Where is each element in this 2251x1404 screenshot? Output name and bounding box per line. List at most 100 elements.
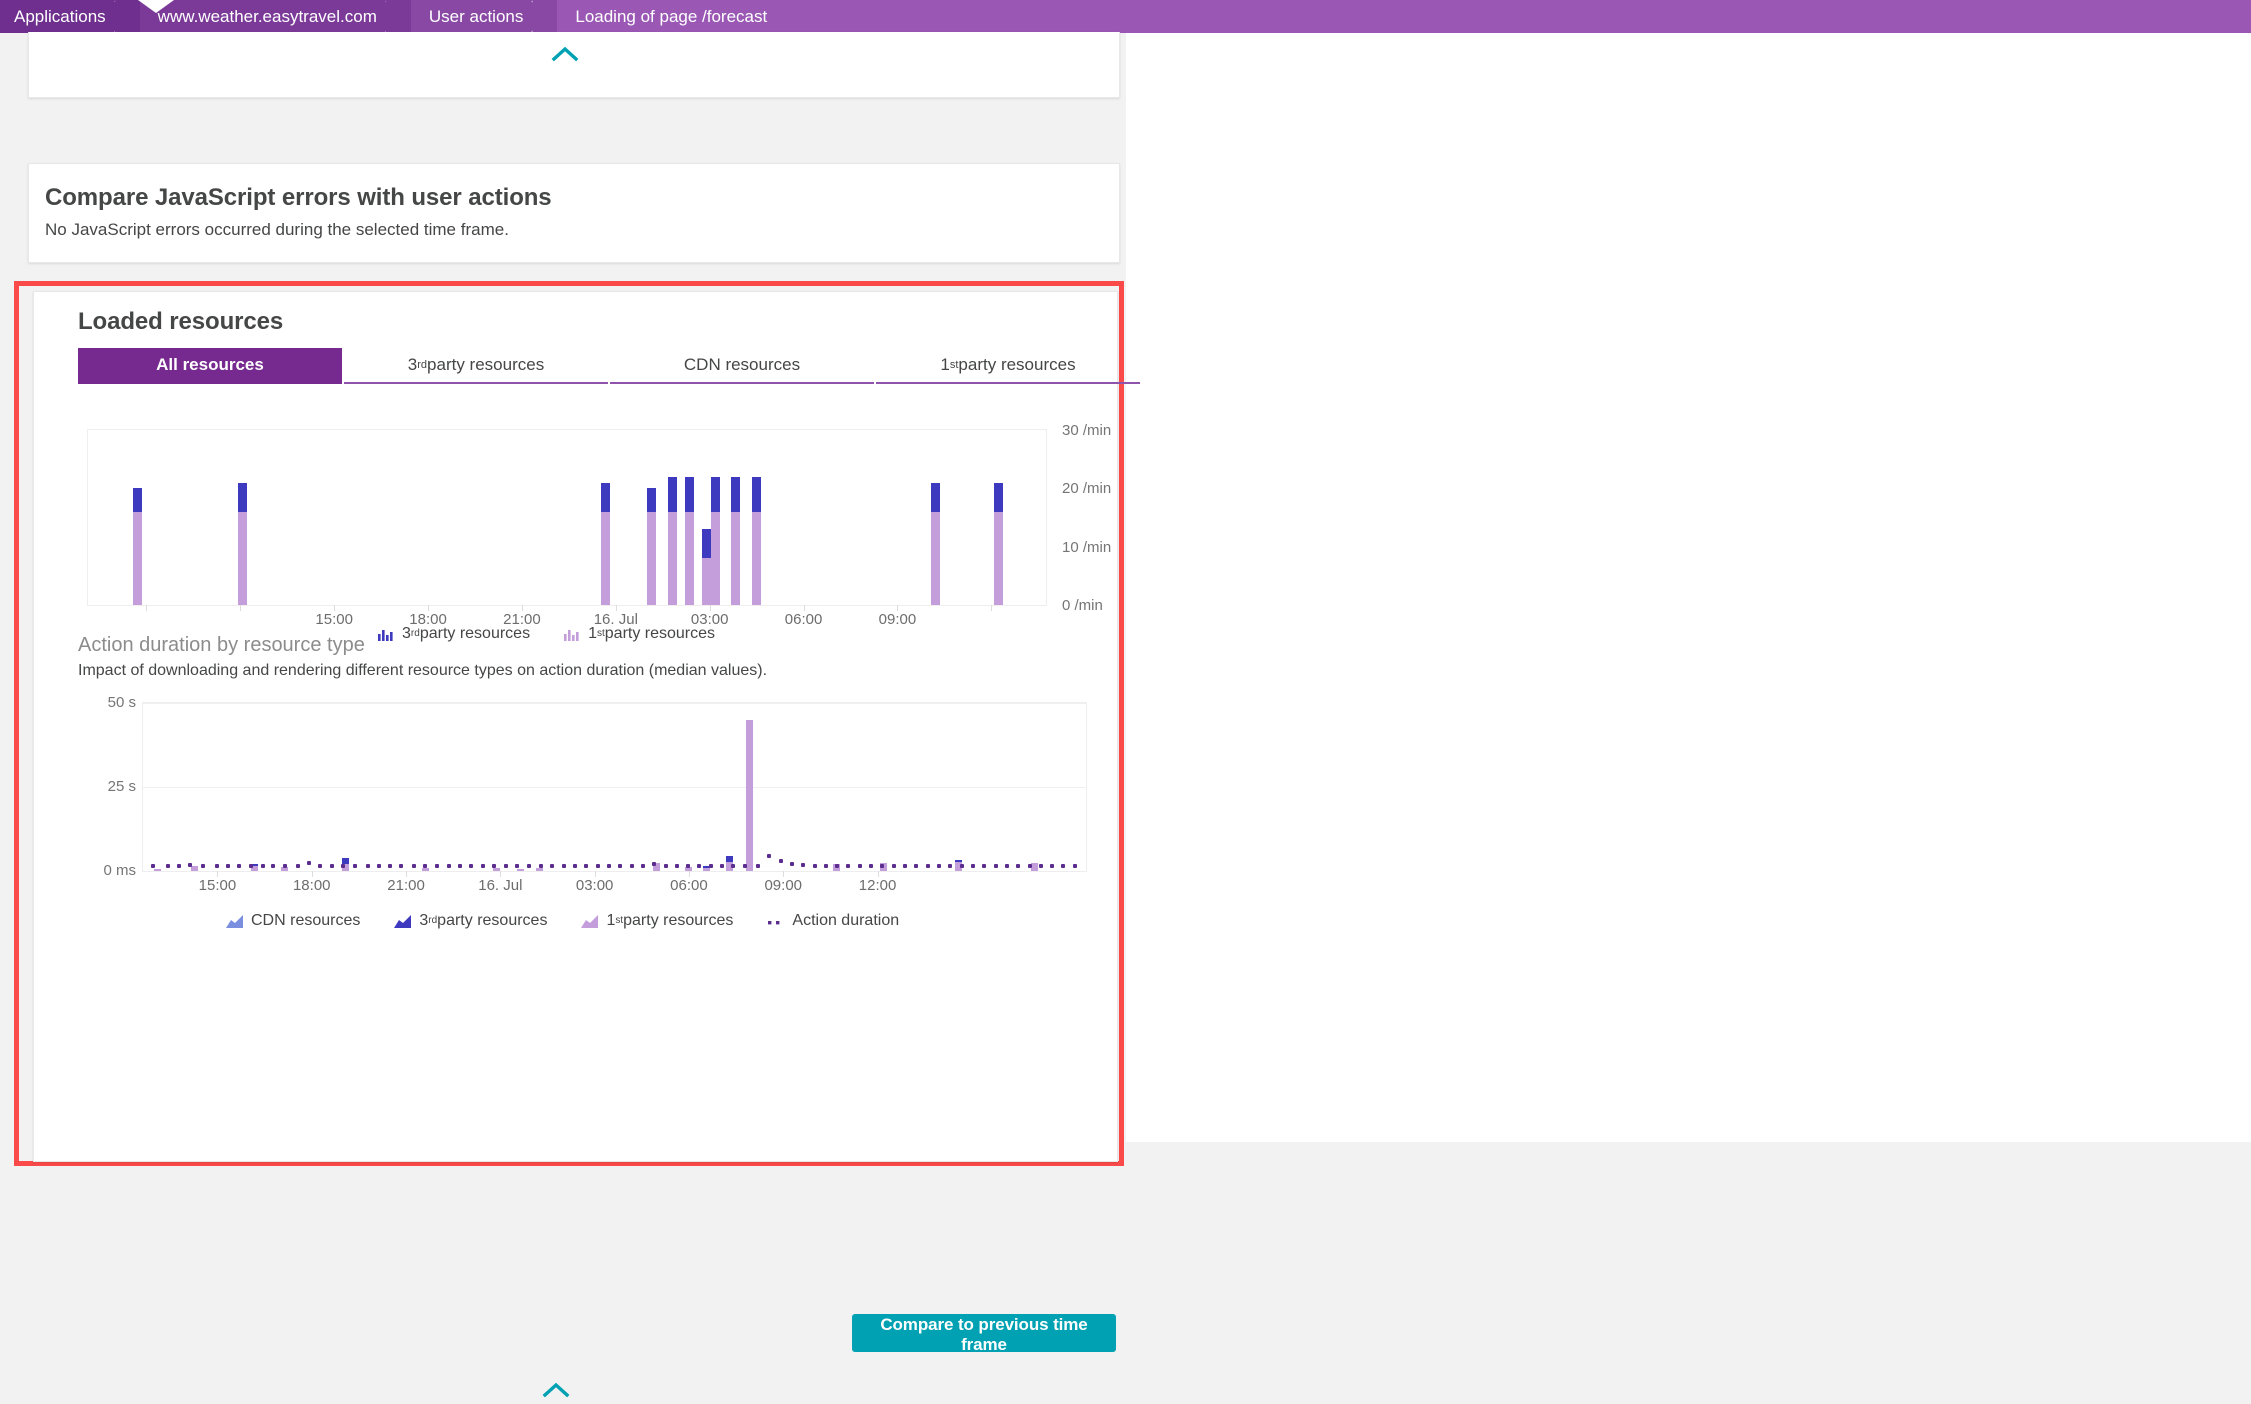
resource-tabs: All resources 3rd party resources CDN re… (78, 348, 1140, 384)
action-duration-point (260, 864, 265, 869)
bar-segment-1st-party (710, 511, 720, 605)
action-duration-point (778, 859, 783, 864)
action-duration-chart[interactable]: 0 ms 25 s 50 s 15:00 18:00 21:00 16. Jul 03:00… (78, 694, 1098, 894)
tab-all-resources[interactable]: All resources (78, 348, 342, 384)
action-duration-point (480, 864, 485, 869)
action-duration-y-axis: 0 ms 25 s 50 s (78, 693, 136, 879)
action-duration-point (640, 864, 645, 869)
resource-duration-bar[interactable] (745, 719, 753, 871)
loaded-resources-y-axis: 0 /min 10 /min 20 /min 30 /min (1062, 421, 1152, 621)
resource-bar[interactable] (667, 476, 677, 605)
tab-label-suffix: party resources (958, 355, 1076, 374)
action-duration-point (435, 864, 440, 869)
action-duration-point (903, 864, 908, 869)
resource-duration-bar[interactable] (516, 868, 524, 871)
bar-segment-1st-party (993, 511, 1003, 605)
action-duration-point (1050, 863, 1055, 868)
action-duration-point (539, 864, 544, 869)
action-duration-legend: CDN resources 3rd party resources 1st pa… (226, 912, 933, 930)
resource-bar[interactable] (237, 482, 247, 605)
collapse-chevron-up-icon-bottom[interactable] (534, 1376, 578, 1404)
legend-item-cdn-resources[interactable]: CDN resources (226, 912, 360, 930)
tab-1st-party-resources[interactable]: 1st party resources (876, 348, 1140, 384)
legend-item-3rd-party-resources[interactable]: 3rd party resources (394, 912, 547, 930)
page-content: Compare JavaScript errors with user acti… (0, 32, 1140, 1398)
loaded-resources-plot-area (87, 429, 1047, 606)
bar-segment-3rd-party (685, 476, 695, 512)
legend-item-action-duration[interactable]: Action duration (767, 912, 899, 930)
resource-bar[interactable] (600, 482, 610, 605)
action-duration-point (365, 863, 370, 868)
resource-bar[interactable] (133, 488, 143, 605)
legend-item-1st-party-resources[interactable]: 1st party resources (581, 912, 733, 930)
tab-label-suffix: party resources (427, 355, 545, 374)
action-duration-point (663, 864, 668, 869)
action-duration-point (399, 864, 404, 869)
breadcrumb-chevron-icon (529, 0, 557, 33)
action-duration-description: Impact of downloading and rendering diff… (78, 662, 768, 679)
legend-label-prefix: Action duration (792, 912, 900, 929)
action-duration-point (914, 863, 919, 868)
area-chart-icon (394, 914, 412, 928)
bar-segment-3rd-party (237, 482, 247, 512)
bar-chart-icon (564, 628, 580, 641)
action-duration-point (595, 864, 600, 869)
y-axis-tick-label: 10 /min (1062, 538, 1112, 556)
collapse-chevron-up-icon-top[interactable] (543, 40, 587, 68)
tab-label: CDN resources (683, 355, 801, 374)
resource-duration-bar[interactable] (1030, 862, 1038, 871)
bar-segment-1st-party (685, 511, 695, 605)
tab-cdn-resources[interactable]: CDN resources (610, 348, 874, 384)
resource-bar[interactable] (646, 488, 656, 605)
action-duration-point (948, 864, 953, 869)
x-axis-tick-label: 09:00 (878, 611, 917, 628)
bar-segment-1st-party (133, 511, 143, 605)
resource-bar[interactable] (710, 476, 720, 605)
resource-bar[interactable] (931, 482, 941, 605)
y-axis-tick-label: 50 s (107, 694, 136, 711)
action-duration-point (925, 864, 930, 869)
action-duration-point (982, 864, 987, 869)
x-axis-tick (240, 605, 242, 611)
action-duration-point (801, 863, 806, 868)
action-duration-point (165, 864, 170, 869)
action-duration-point (993, 864, 998, 869)
loaded-resources-legend: 3rd party resources 1st party resources (378, 625, 749, 643)
tab-3rd-party-resources[interactable]: 3rd party resources (344, 348, 608, 384)
breadcrumb-item-user-actions[interactable]: User actions (410, 0, 558, 33)
action-duration-point (388, 864, 393, 869)
tab-label: All resources (156, 355, 264, 374)
resource-bar[interactable] (993, 482, 1003, 605)
compare-to-previous-time-frame-button[interactable]: Compare to previous time frame (852, 1314, 1116, 1354)
tab-label-prefix: 3 (407, 355, 418, 374)
area-chart-icon (226, 914, 243, 928)
breadcrumb-item-host[interactable]: www.weather.easytravel.com (139, 0, 411, 33)
resource-duration-bar[interactable] (535, 867, 543, 871)
action-duration-point (176, 864, 181, 869)
resource-bar[interactable] (731, 476, 741, 605)
breadcrumb-label: Loading of page /forecast (575, 6, 768, 26)
gridline (143, 787, 1086, 788)
resource-duration-bar[interactable] (493, 868, 501, 871)
loaded-resources-chart[interactable]: 0 /min 10 /min 20 /min 30 /min 15:00 18:00 21… (87, 422, 1111, 628)
action-duration-point (282, 864, 287, 869)
action-duration-point (341, 864, 346, 869)
action-duration-point (271, 863, 276, 868)
bar-segment-3rd-party (133, 488, 143, 512)
action-duration-point (708, 864, 713, 869)
breadcrumb-item-current[interactable]: Loading of page /forecast (557, 0, 786, 33)
action-duration-point (857, 864, 862, 869)
action-duration-point (606, 864, 611, 869)
resource-duration-bar[interactable] (422, 868, 430, 871)
resource-bar[interactable] (752, 476, 762, 605)
breadcrumb-item-applications[interactable]: Applications (0, 0, 140, 33)
resource-duration-bar[interactable] (153, 868, 161, 871)
breadcrumb-label: User actions (428, 6, 524, 26)
breadcrumb-label: www.weather.easytravel.com (157, 6, 377, 26)
legend-label-suffix: party resources (419, 625, 531, 642)
legend-item-3rd-party-resources[interactable]: 3rd party resources (378, 625, 530, 643)
legend-item-1st-party-resources[interactable]: 1st party resources (564, 625, 715, 643)
resource-duration-bar[interactable] (191, 866, 199, 871)
resource-bar[interactable] (685, 476, 695, 605)
y-axis-tick-label: 20 /min (1062, 480, 1112, 498)
